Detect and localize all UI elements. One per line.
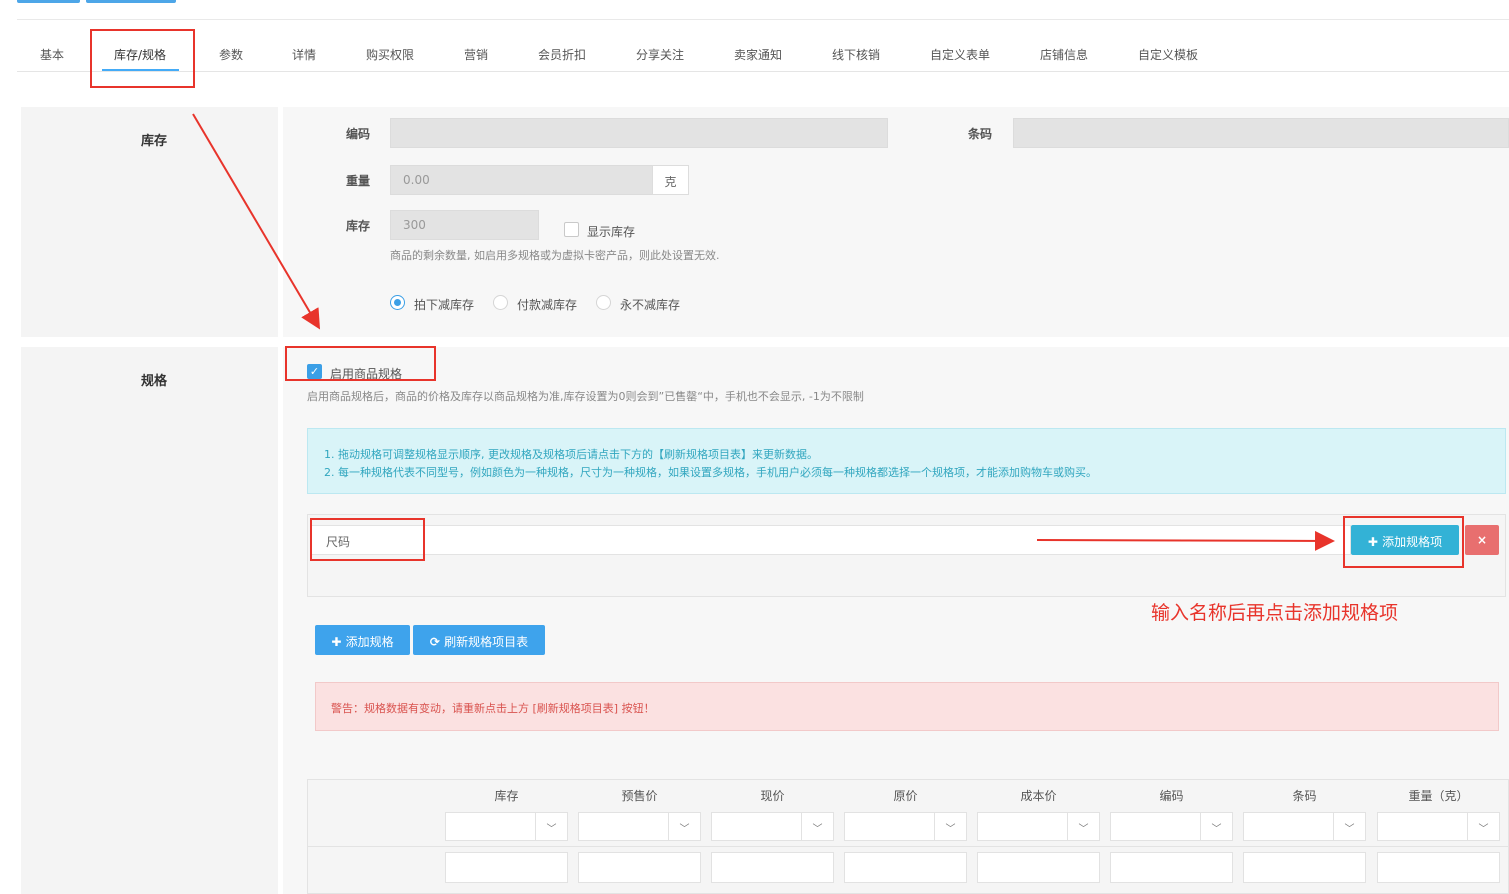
- annotation-arrows: [192, 113, 1335, 551]
- arrow-to-add-item: [1036, 530, 1335, 551]
- arrow-tab-to-enable: [192, 113, 321, 330]
